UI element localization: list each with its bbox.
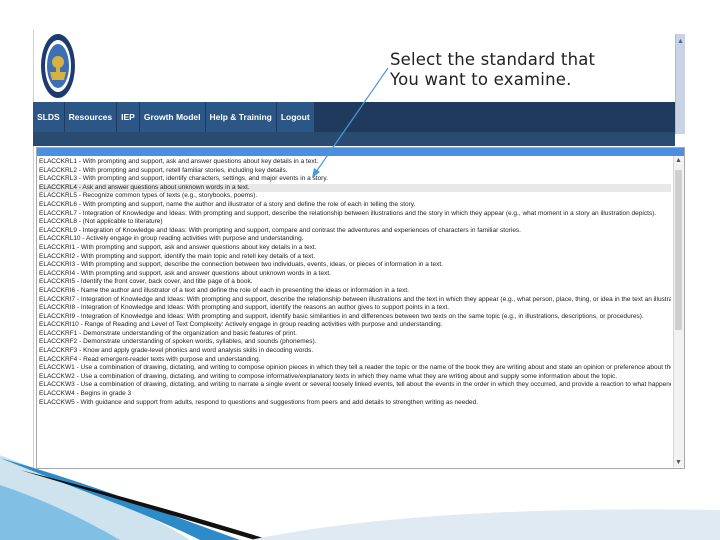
- callout-pointer-arrow: [312, 67, 389, 178]
